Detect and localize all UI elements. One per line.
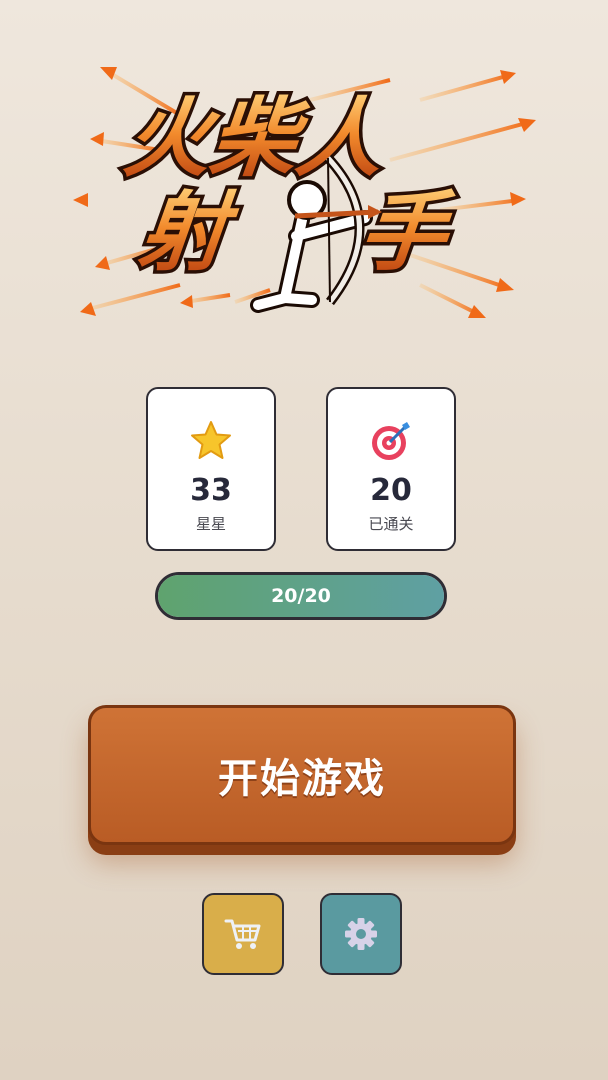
target-icon bbox=[328, 419, 454, 463]
title-line-1: 火柴人 bbox=[119, 89, 387, 189]
stars-count: 33 bbox=[190, 473, 232, 508]
settings-button[interactable] bbox=[320, 893, 402, 975]
game-title-logo: 火柴人 射 手 bbox=[73, 67, 536, 318]
levels-cleared-count: 20 bbox=[370, 473, 412, 508]
stars-card: 33 星星 bbox=[146, 387, 276, 551]
levels-cleared-card: 20 已通关 bbox=[326, 387, 456, 551]
levels-cleared-label: 已通关 bbox=[368, 515, 414, 533]
shopping-cart-icon bbox=[224, 919, 261, 949]
title-line-2a: 射 bbox=[134, 183, 242, 283]
gear-icon bbox=[345, 918, 377, 950]
level-progress-bar: 20/20 bbox=[155, 572, 447, 620]
start-game-button[interactable]: 开始游戏 bbox=[88, 705, 516, 855]
shop-button[interactable] bbox=[202, 893, 284, 975]
stars-label: 星星 bbox=[195, 515, 226, 533]
title-line-2b: 手 bbox=[354, 183, 457, 283]
start-game-label: 开始游戏 bbox=[218, 756, 386, 802]
star-icon bbox=[148, 419, 274, 463]
progress-text: 20/20 bbox=[271, 585, 331, 607]
